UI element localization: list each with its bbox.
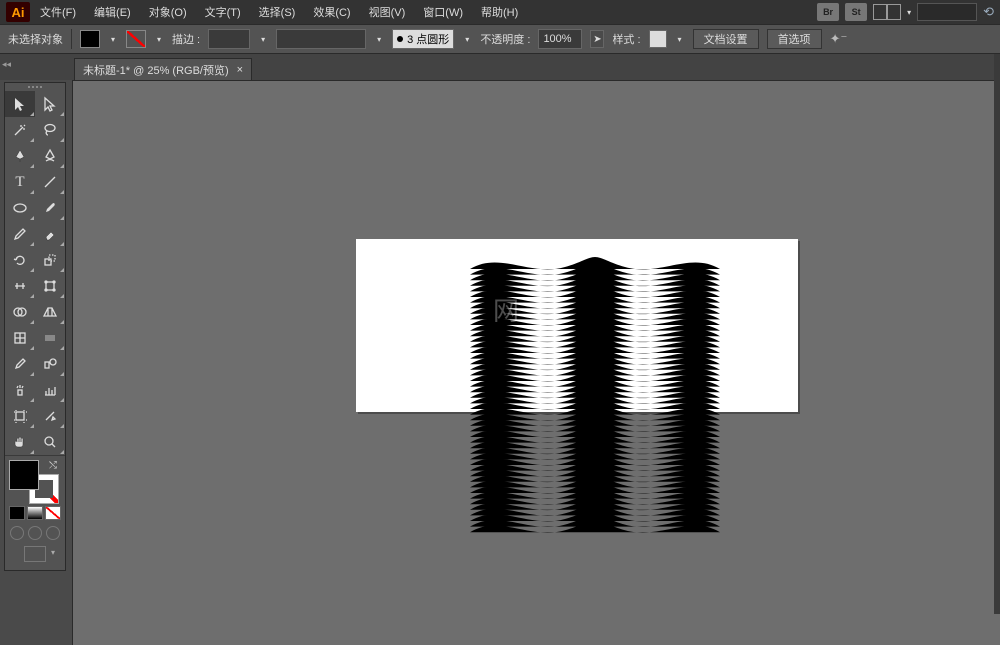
- opacity-input[interactable]: [538, 29, 582, 49]
- opacity-label: 不透明度 :: [480, 31, 530, 47]
- fill-dropdown-icon[interactable]: ▾: [108, 35, 118, 44]
- fill-swatch[interactable]: [80, 30, 100, 48]
- menu-select[interactable]: 选择(S): [251, 1, 304, 23]
- artboard-tool[interactable]: [5, 403, 35, 429]
- menu-edit[interactable]: 编辑(E): [86, 1, 139, 23]
- brush-definition[interactable]: 3 点圆形: [392, 29, 454, 49]
- ellipse-tool[interactable]: [5, 195, 35, 221]
- symbol-sprayer-tool[interactable]: [5, 377, 35, 403]
- collapsed-panel-dock[interactable]: [994, 54, 1000, 614]
- gradient-tool[interactable]: [35, 325, 65, 351]
- scale-tool[interactable]: [35, 247, 65, 273]
- zoom-tool[interactable]: [35, 429, 65, 455]
- document-tab[interactable]: 未标题-1* @ 25% (RGB/预览) ×: [74, 58, 252, 80]
- stroke-swatch[interactable]: [126, 30, 146, 48]
- perspective-grid-tool[interactable]: [35, 299, 65, 325]
- brush-label: 3 点圆形: [407, 31, 449, 47]
- opacity-apply-icon[interactable]: ➤: [590, 30, 604, 48]
- pin-icon[interactable]: ✦⁻: [830, 31, 848, 47]
- color-mode-solid[interactable]: [9, 506, 25, 520]
- magic-wand-tool[interactable]: [5, 117, 35, 143]
- draw-inside-icon[interactable]: [46, 526, 60, 540]
- style-label: 样式 :: [612, 31, 640, 47]
- hand-tool[interactable]: [5, 429, 35, 455]
- variable-width-profile[interactable]: [276, 29, 366, 49]
- stroke-weight-input[interactable]: [208, 29, 250, 49]
- eraser-tool[interactable]: [35, 221, 65, 247]
- artwork-blend-object: [470, 257, 720, 547]
- profile-dropdown-icon[interactable]: ▾: [374, 35, 384, 44]
- mesh-tool[interactable]: [5, 325, 35, 351]
- rotate-tool[interactable]: [5, 247, 35, 273]
- canvas-area[interactable]: 网: [72, 80, 1000, 645]
- free-transform-tool[interactable]: [35, 273, 65, 299]
- shape-builder-tool[interactable]: [5, 299, 35, 325]
- search-input[interactable]: [917, 3, 977, 21]
- eyedropper-tool[interactable]: [5, 351, 35, 377]
- draw-behind-icon[interactable]: [28, 526, 42, 540]
- type-tool[interactable]: T: [5, 169, 35, 195]
- graphic-style-swatch[interactable]: [649, 30, 667, 48]
- menu-bar: Ai 文件(F) 编辑(E) 对象(O) 文字(T) 选择(S) 效果(C) 视…: [0, 0, 1000, 24]
- control-bar: 未选择对象 ▾ ▾ 描边 : ▾ ▾ 3 点圆形 ▾ 不透明度 : ➤ 样式 :…: [0, 24, 1000, 54]
- column-graph-tool[interactable]: [35, 377, 65, 403]
- stroke-weight-label: 描边 :: [172, 31, 200, 47]
- document-setup-button[interactable]: 文档设置: [693, 29, 759, 49]
- bridge-button[interactable]: Br: [817, 3, 839, 21]
- dropdown-icon[interactable]: ▾: [907, 8, 911, 17]
- screen-mode-button[interactable]: [24, 546, 46, 562]
- line-tool[interactable]: [35, 169, 65, 195]
- menu-window[interactable]: 窗口(W): [415, 1, 471, 23]
- preferences-button[interactable]: 首选项: [767, 29, 822, 49]
- brush-dropdown-icon[interactable]: ▾: [462, 35, 472, 44]
- pen-tool[interactable]: [5, 143, 35, 169]
- menu-type[interactable]: 文字(T): [197, 1, 249, 23]
- menu-view[interactable]: 视图(V): [361, 1, 414, 23]
- menu-file[interactable]: 文件(F): [32, 1, 84, 23]
- menu-object[interactable]: 对象(O): [141, 1, 195, 23]
- blend-tool[interactable]: [35, 351, 65, 377]
- stroke-dropdown-icon[interactable]: ▾: [154, 35, 164, 44]
- fill-color-icon[interactable]: [9, 460, 39, 490]
- panel-grip[interactable]: [5, 83, 65, 91]
- app-logo: Ai: [6, 2, 30, 22]
- menu-help[interactable]: 帮助(H): [473, 1, 526, 23]
- close-tab-icon[interactable]: ×: [237, 64, 243, 76]
- swap-fill-stroke-icon[interactable]: ⤭: [49, 460, 57, 471]
- color-mode-none[interactable]: [45, 506, 61, 520]
- direct-selection-tool[interactable]: [35, 91, 65, 117]
- sync-icon[interactable]: ⟲: [983, 4, 994, 20]
- paintbrush-tool[interactable]: [35, 195, 65, 221]
- style-dropdown-icon[interactable]: ▾: [675, 35, 685, 44]
- stock-button[interactable]: St: [845, 3, 867, 21]
- selection-tool[interactable]: [5, 91, 35, 117]
- tool-panel: T ⤭: [4, 82, 66, 571]
- slice-tool[interactable]: [35, 403, 65, 429]
- selection-status: 未选择对象: [8, 31, 63, 47]
- lasso-tool[interactable]: [35, 117, 65, 143]
- pencil-tool[interactable]: [5, 221, 35, 247]
- draw-normal-icon[interactable]: [10, 526, 24, 540]
- fill-stroke-proxy[interactable]: ⤭: [9, 460, 59, 504]
- document-tab-strip: 未标题-1* @ 25% (RGB/预览) ×: [0, 54, 1000, 80]
- document-tab-title: 未标题-1* @ 25% (RGB/预览): [83, 62, 229, 78]
- curvature-tool[interactable]: [35, 143, 65, 169]
- expand-panels-icon[interactable]: ◂◂: [2, 59, 11, 70]
- color-mode-gradient[interactable]: [27, 506, 43, 520]
- arrange-documents-icon[interactable]: [873, 4, 901, 20]
- stroke-weight-dropdown-icon[interactable]: ▾: [258, 35, 268, 44]
- brush-dot-icon: [397, 36, 403, 42]
- width-tool[interactable]: [5, 273, 35, 299]
- menu-effect[interactable]: 效果(C): [305, 1, 358, 23]
